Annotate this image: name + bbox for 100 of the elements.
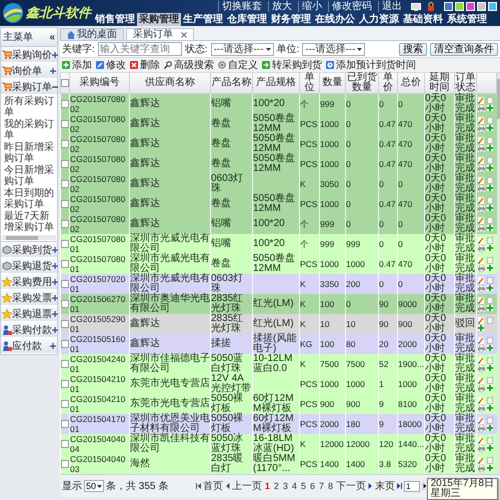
plus-icon[interactable] [487, 144, 494, 150]
printer-icon[interactable] [478, 464, 486, 472]
sidebar-item[interactable]: 采购订单 [1, 79, 57, 95]
plus-icon[interactable] [52, 294, 58, 300]
pencil-icon[interactable] [478, 356, 484, 364]
header-link[interactable]: 缩小 [298, 1, 325, 12]
theme-swatch[interactable] [466, 2, 475, 11]
printer-icon[interactable] [478, 404, 486, 412]
checkbox[interactable] [60, 240, 69, 248]
plus-icon[interactable] [487, 224, 494, 230]
plus-icon[interactable] [52, 278, 58, 284]
header-link[interactable]: 切换账套 [218, 1, 265, 12]
pencil-icon[interactable] [478, 116, 484, 124]
checkbox[interactable] [60, 140, 69, 148]
printer-icon[interactable] [478, 244, 486, 252]
pencil-icon[interactable] [478, 396, 484, 404]
checkbox[interactable] [60, 160, 69, 168]
checkbox[interactable] [60, 340, 69, 348]
plus-icon[interactable] [487, 284, 494, 290]
checkbox[interactable] [60, 100, 69, 108]
checkbox[interactable] [60, 320, 69, 328]
vertical-scrollbar[interactable] [497, 73, 500, 474]
pencil-icon[interactable] [478, 456, 484, 464]
page-number[interactable]: 5 [300, 481, 307, 491]
plus-icon[interactable] [487, 344, 494, 350]
pencil-icon[interactable] [478, 136, 484, 144]
page-number[interactable]: 1 [264, 481, 271, 491]
plus-icon[interactable] [52, 310, 58, 316]
plus-icon[interactable] [52, 246, 58, 252]
pencil-icon[interactable] [478, 256, 484, 264]
submenu-item[interactable]: 我的采购订单 [4, 119, 57, 141]
theme-swatch[interactable] [444, 2, 453, 11]
nav-tab[interactable]: 系统管理 [445, 13, 489, 26]
nav-tab[interactable]: 仓库管理 [225, 13, 269, 26]
printer-icon[interactable] [478, 284, 486, 292]
keyword-field[interactable]: 输入关键字查询 [98, 42, 182, 56]
pencil-icon[interactable] [478, 336, 484, 344]
printer-icon[interactable] [478, 104, 486, 112]
submenu-item[interactable]: 本日到期的采购订单 [4, 188, 57, 210]
sidebar-item[interactable]: 采购费用 [1, 274, 57, 290]
page-number[interactable]: 3 [282, 481, 289, 491]
first-page-link[interactable]: 首页 [202, 479, 223, 493]
toolbar-button[interactable]: 高级搜索 [164, 58, 214, 72]
plus-icon[interactable] [478, 325, 484, 331]
horizontal-scrollbar[interactable] [2, 235, 56, 240]
checkbox[interactable] [60, 260, 69, 268]
toolbar-button[interactable]: 添加 [62, 58, 92, 72]
page-number[interactable]: 2 [272, 481, 280, 491]
toolbar-button[interactable]: 删除 [130, 58, 160, 72]
checkbox[interactable] [60, 220, 69, 228]
nav-tab[interactable]: 生产管理 [181, 13, 225, 26]
pencil-icon[interactable] [478, 216, 484, 224]
plus-icon[interactable] [487, 384, 494, 390]
printer-icon[interactable] [478, 164, 486, 172]
checkbox[interactable] [60, 360, 69, 368]
header-link[interactable]: 修改密码 [328, 1, 375, 12]
sidebar-item[interactable]: 采购退货 [1, 258, 57, 274]
tab[interactable]: 我的桌面 [60, 28, 124, 40]
plus-icon[interactable] [487, 364, 494, 370]
plus-icon[interactable] [52, 326, 58, 332]
previous-page-link[interactable]: 上一页 [232, 479, 262, 493]
tab[interactable]: 采购订单 [126, 28, 194, 40]
plus-icon[interactable] [50, 68, 56, 74]
plus-icon[interactable] [487, 264, 494, 270]
sidebar-item[interactable]: 采购付款 [1, 322, 57, 338]
toolbar-button[interactable]: 添加预计到货时间 [326, 58, 416, 72]
printer-icon[interactable] [478, 124, 486, 132]
nav-tab[interactable]: 基础资料 [401, 13, 445, 26]
printer-icon[interactable] [478, 444, 486, 452]
printer-icon[interactable] [478, 344, 486, 352]
checkbox[interactable] [60, 460, 69, 468]
header-link[interactable]: 退出 [378, 1, 405, 12]
checkbox[interactable] [60, 280, 69, 288]
page-number[interactable]: 4 [290, 481, 298, 491]
submenu-item[interactable]: 今日新增采购订单 [4, 165, 57, 187]
toolbar-button[interactable]: 转采购到货 [262, 58, 322, 72]
toolbar-button[interactable]: 自定义 [218, 58, 258, 72]
header-link[interactable]: 放大 [268, 1, 295, 12]
toolbar-button[interactable]: 修改 [96, 58, 126, 72]
pencil-icon[interactable] [478, 296, 484, 304]
checkbox[interactable] [60, 440, 69, 448]
plus-icon[interactable] [52, 262, 58, 268]
search-button[interactable]: 清空查询条件 [430, 42, 498, 56]
printer-icon[interactable] [478, 264, 486, 272]
printer-icon[interactable] [478, 144, 486, 152]
next-page-link[interactable]: 下一页 [336, 479, 366, 493]
sidebar-item[interactable]: 采购询价 [1, 47, 57, 63]
close-icon[interactable] [181, 32, 187, 38]
pencil-icon[interactable] [478, 276, 484, 284]
minus-icon[interactable] [52, 84, 58, 90]
page-number[interactable]: 7 [318, 481, 325, 491]
sidebar-item[interactable]: 采购到货 [1, 242, 57, 258]
plus-icon[interactable] [487, 444, 494, 450]
pencil-icon[interactable] [478, 376, 484, 384]
pencil-icon[interactable] [478, 416, 484, 424]
pencil-icon[interactable] [478, 96, 484, 104]
checkbox[interactable] [60, 420, 69, 428]
nav-tab[interactable]: 在线办公 [313, 13, 357, 26]
nav-tab[interactable]: 人力资源 [357, 13, 401, 26]
pencil-icon[interactable] [478, 436, 484, 444]
